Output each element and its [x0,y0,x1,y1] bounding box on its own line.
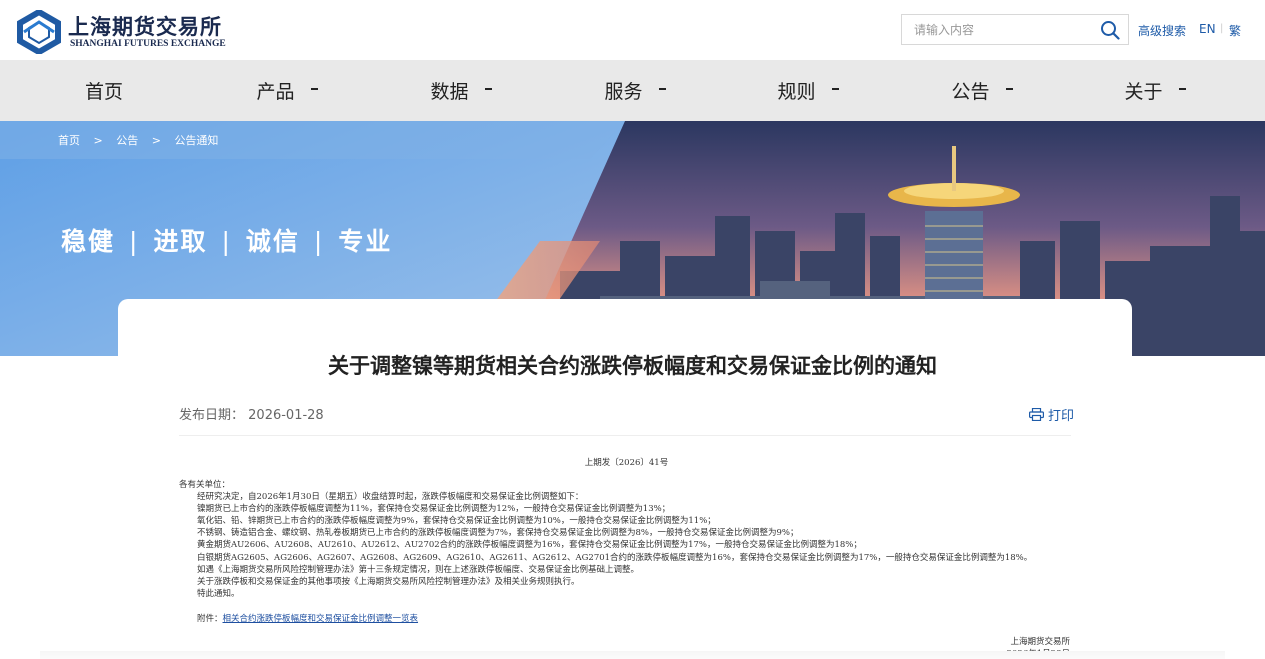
body-paragraph: 白银期货AG2605、AG2606、AG2607、AG2608、AG2609、A… [197,552,1033,563]
search-input[interactable] [914,21,1084,39]
attachment: 附件：相关合约涨跌停板幅度和交易保证金比例调整一览表 [197,612,418,624]
breadcrumb-separator: > [151,134,161,147]
lang-en-link[interactable]: EN [1199,22,1216,36]
banner-slogan: 稳健 | 进取 | 诚信 | 专业 [61,222,392,258]
nav-item-label: 公告 [951,81,990,103]
publish-date-value: 2026-01-28 [248,408,324,423]
nav-item-label: 服务 [604,81,643,103]
body-paragraph: 黄金期货AU2606、AU2608、AU2610、AU2612、AU2702合约… [197,540,862,551]
nav-item-services[interactable]: 服务 [578,60,692,121]
body-paragraph: 氧化铝、铅、锌期货已上市合约的涨跌停板幅度调整为9%，套保持仓交易保证金比例调整… [197,516,716,527]
nav-item-products[interactable]: 产品 [230,60,344,121]
body-paragraph: 如遇《上海期货交易所风险控制管理办法》第十三条规定情况，则在上述涨跌停板幅度、交… [197,564,640,575]
slogan-separator: | [221,227,232,256]
slogan-word: 诚信 [245,227,300,256]
breadcrumb-home[interactable]: 首页 [58,134,80,147]
chevron-down-icon [1005,88,1013,90]
attachment-label: 附件： [197,614,223,624]
lang-divider: | [1220,23,1224,34]
nav-item-label: 关于 [1124,81,1163,103]
search-icon[interactable] [1100,20,1120,40]
breadcrumb-separator: > [93,134,103,147]
site-logo[interactable]: 上海期货交易所 SHANGHAI FUTURES EXCHANGE [16,10,226,54]
body-paragraph: 经研究决定，自2026年1月30日（星期五）收盘结算时起，涨跌停板幅度和交易保证… [197,492,584,503]
slogan-separator: | [129,227,140,256]
article-body: 各有关单位： 经研究决定，自2026年1月30日（星期五）收盘结算时起，涨跌停板… [179,479,1032,600]
footer-shadow [40,651,1225,659]
slogan-separator: | [313,227,325,256]
chevron-down-icon [658,88,666,90]
nav-item-label: 规则 [777,81,816,103]
nav-item-label: 首页 [84,81,123,103]
signature-org: 上海期货交易所 [1010,637,1070,647]
shfe-logo-icon [17,10,61,54]
publish-date-label: 发布日期： [179,408,245,423]
document-number: 上期发〔2026〕41号 [584,458,669,468]
nav-item-label: 产品 [256,81,295,103]
lang-traditional-link[interactable]: 繁 [1229,22,1241,39]
nav-item-home[interactable]: 首页 [47,60,161,121]
chevron-down-icon [484,88,492,90]
nav-item-rules[interactable]: 规则 [751,60,865,121]
chevron-down-icon [1178,88,1186,90]
logo-english-name: SHANGHAI FUTURES EXCHANGE [70,39,226,49]
article-title: 关于调整镍等期货相关合约涨跌停板幅度和交易保证金比例的通知 [328,354,937,378]
logo-chinese-name: 上海期货交易所 [68,14,222,39]
body-paragraph: 镍期货已上市合约的涨跌停板幅度调整为11%，套保持仓交易保证金比例调整为12%，… [197,504,671,515]
breadcrumb-current[interactable]: 公告通知 [174,134,218,147]
attachment-link[interactable]: 相关合约涨跌停板幅度和交易保证金比例调整一览表 [223,614,419,624]
search-box [901,14,1129,45]
nav-item-announcements[interactable]: 公告 [925,60,1039,121]
body-paragraph: 不锈钢、铸造铝合金、螺纹钢、热轧卷板期货已上市合约的涨跌停板幅度调整为7%，套保… [197,528,799,539]
nav-item-label: 数据 [430,81,469,103]
slogan-word: 进取 [153,227,208,256]
title-divider [179,435,1071,436]
salutation: 各有关单位： [179,480,231,490]
slogan-word: 专业 [338,227,393,256]
print-button[interactable]: 打印 [1029,405,1074,424]
body-paragraph: 特此通知。 [197,588,240,599]
advanced-search-link[interactable]: 高级搜索 [1138,22,1186,39]
main-nav: 首页 产品 数据 服务 规则 公告 关于 [0,60,1265,121]
printer-icon [1029,408,1044,421]
nav-item-about[interactable]: 关于 [1098,60,1212,121]
publish-date: 发布日期： 2026-01-28 [179,404,324,423]
nav-item-data[interactable]: 数据 [404,60,518,121]
chevron-down-icon [831,88,839,90]
slogan-word: 稳健 [61,227,116,256]
breadcrumb-announcements[interactable]: 公告 [116,134,138,147]
body-paragraph: 关于涨跌停板和交易保证金的其他事项按《上海期货交易所风险控制管理办法》及相关业务… [197,576,580,587]
print-label: 打印 [1048,409,1075,424]
breadcrumb: 首页 > 公告 > 公告通知 [58,132,228,148]
site-header: 上海期货交易所 SHANGHAI FUTURES EXCHANGE 高级搜索 E… [0,0,1265,60]
chevron-down-icon [310,88,318,90]
